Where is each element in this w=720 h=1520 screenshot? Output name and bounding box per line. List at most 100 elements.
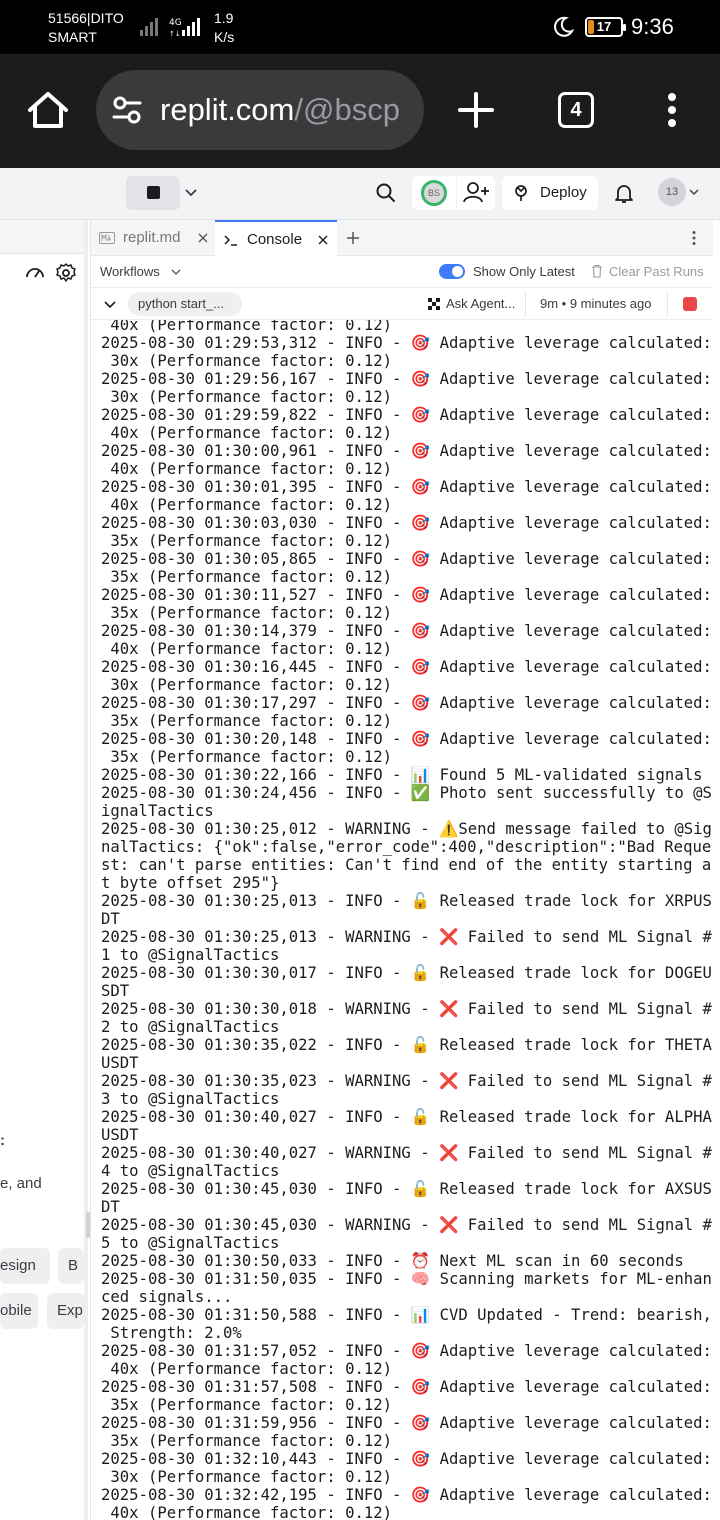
console-line: 2025-08-30 01:30:25,012 - WARNING - ⚠️Se…: [101, 820, 712, 838]
deploy-button[interactable]: Deploy: [502, 176, 598, 210]
agent-icon: [428, 298, 440, 310]
console-line: 2025-08-30 01:31:59,956 - INFO - 🎯 Adapt…: [101, 1414, 712, 1432]
console-line: 35x (Performance factor: 0.12): [101, 604, 393, 622]
console-line: 30x (Performance factor: 0.12): [101, 676, 393, 694]
console-line: 2025-08-30 01:30:22,166 - INFO - 📊 Found…: [101, 766, 703, 784]
chip-mobile[interactable]: obile: [0, 1293, 38, 1329]
console-line: 2025-08-30 01:30:40,027 - WARNING - ❌ Fa…: [101, 1144, 712, 1162]
tab-console[interactable]: Console: [215, 220, 337, 257]
moon-icon: [554, 16, 574, 37]
console-line: 35x (Performance factor: 0.12): [101, 568, 393, 586]
console-line: 2025-08-30 01:30:01,395 - INFO - 🎯 Adapt…: [101, 478, 712, 496]
chevron-down-icon[interactable]: [182, 182, 200, 204]
chevron-down-icon[interactable]: [103, 297, 117, 311]
left-panel: : e, and esign B obile Exp: [0, 220, 88, 1520]
workflow-bar: Workflows Show Only Latest Clear Past Ru…: [91, 256, 713, 288]
console-line: 40x (Performance factor: 0.12): [101, 496, 393, 514]
show-only-latest-toggle[interactable]: [439, 264, 465, 279]
console-panel: replit.md Console Workflows Show Only La…: [90, 220, 713, 1520]
run-command-chip[interactable]: python start_...: [128, 292, 242, 316]
battery-icon: 17: [585, 17, 626, 37]
console-line: 40x (Performance factor: 0.12): [101, 424, 393, 442]
chip-b[interactable]: B: [58, 1248, 84, 1284]
stop-button[interactable]: [126, 176, 180, 210]
console-line: 2 to @SignalTactics: [101, 1018, 280, 1036]
trash-icon[interactable]: [591, 264, 603, 278]
add-tab-icon[interactable]: [345, 230, 361, 246]
console-line: Strength: 2.0%: [101, 1324, 242, 1342]
close-icon[interactable]: [317, 234, 329, 246]
console-line: 5 to @SignalTactics: [101, 1234, 280, 1252]
chip-design[interactable]: esign: [0, 1248, 50, 1284]
console-line: 2025-08-30 01:30:25,013 - WARNING - ❌ Fa…: [101, 928, 712, 946]
console-line: DT: [101, 910, 120, 928]
console-line: USDT: [101, 1126, 139, 1144]
tab-label: replit.md: [123, 229, 181, 246]
chevron-down-icon[interactable]: [688, 184, 700, 200]
gauge-icon[interactable]: [24, 262, 46, 284]
run-bar: python start_... Ask Agent... 9m • 9 min…: [91, 288, 713, 320]
console-line: 40x (Performance factor: 0.12): [101, 320, 393, 334]
avatar[interactable]: BS: [412, 176, 456, 210]
replit-header: BS Deploy 13: [0, 168, 720, 220]
stop-run-button[interactable]: [683, 297, 697, 311]
tab-label: Console: [247, 231, 303, 248]
search-icon[interactable]: [374, 181, 398, 205]
console-line: 2025-08-30 01:32:10,443 - INFO - 🎯 Adapt…: [101, 1450, 712, 1468]
console-line: 2025-08-30 01:30:30,018 - WARNING - ❌ Fa…: [101, 1000, 712, 1018]
console-line: 2025-08-30 01:30:40,027 - INFO - 🔓 Relea…: [101, 1108, 712, 1126]
divider: [525, 292, 526, 316]
carrier-label: 51566|DITO SMART: [48, 9, 124, 47]
workflows-dropdown[interactable]: Workflows: [100, 264, 160, 279]
console-line: 2025-08-30 01:31:57,508 - INFO - 🎯 Adapt…: [101, 1378, 712, 1396]
home-icon[interactable]: [26, 88, 70, 132]
console-line: 30x (Performance factor: 0.12): [101, 388, 393, 406]
console-line: 35x (Performance factor: 0.12): [101, 1396, 393, 1414]
editor-tabbar: replit.md Console: [91, 220, 713, 257]
console-line: 35x (Performance factor: 0.12): [101, 532, 393, 550]
console-line: 2025-08-30 01:31:50,035 - INFO - 🧠 Scann…: [101, 1270, 712, 1288]
new-tab-icon[interactable]: [458, 92, 494, 128]
more-vertical-icon[interactable]: [691, 230, 697, 246]
deploy-icon: [515, 185, 527, 201]
console-line: 2025-08-30 01:29:59,822 - INFO - 🎯 Adapt…: [101, 406, 712, 424]
invite-user-icon[interactable]: [457, 176, 495, 210]
site-settings-icon[interactable]: [112, 96, 142, 124]
console-line: 1 to @SignalTactics: [101, 946, 280, 964]
status-bar: 51566|DITO SMART 4G ↑↓ 1.9 K/s 17 9:36: [0, 0, 720, 54]
carrier-name: 51566|DITO: [48, 10, 124, 26]
console-output[interactable]: 40x (Performance factor: 0.12) 2025-08-30…: [91, 320, 713, 1520]
console-line: 30x (Performance factor: 0.12): [101, 1468, 393, 1486]
console-line: 2025-08-30 01:30:14,379 - INFO - 🎯 Adapt…: [101, 622, 712, 640]
browser-menu-icon[interactable]: [666, 92, 678, 128]
console-line: 40x (Performance factor: 0.12): [101, 460, 393, 478]
bell-icon[interactable]: [612, 181, 636, 205]
deploy-label: Deploy: [540, 184, 587, 201]
address-bar[interactable]: replit.com/@bscp: [96, 70, 424, 150]
divider: [667, 292, 668, 316]
ask-agent-button[interactable]: Ask Agent...: [446, 296, 515, 311]
console-line: 2025-08-30 01:30:45,030 - WARNING - ❌ Fa…: [101, 1216, 712, 1234]
tab-replit-md[interactable]: replit.md: [91, 220, 215, 256]
left-panel-description: e, and: [0, 1175, 42, 1192]
console-line: 4 to @SignalTactics: [101, 1162, 280, 1180]
network-speed: 1.9 K/s: [214, 9, 234, 47]
console-line: 2025-08-30 01:30:24,456 - INFO - ✅ Photo…: [101, 784, 712, 802]
tab-switcher-button[interactable]: 4: [558, 92, 594, 128]
panel-resize-handle[interactable]: [84, 220, 88, 1520]
chip-exp[interactable]: Exp: [47, 1293, 84, 1329]
status-clock: 9:36: [631, 14, 674, 39]
console-line: DT: [101, 1198, 120, 1216]
markdown-icon: [99, 232, 115, 244]
url-path: /@bscp: [294, 92, 400, 127]
console-line: 2025-08-30 01:30:35,022 - INFO - 🔓 Relea…: [101, 1036, 712, 1054]
console-line: 40x (Performance factor: 0.12): [101, 640, 393, 658]
gear-icon[interactable]: [55, 262, 77, 284]
console-line: nalTactics: {"ok":false,"error_code":400…: [101, 838, 712, 856]
clear-past-runs-button[interactable]: Clear Past Runs: [609, 264, 704, 279]
browser-toolbar: replit.com/@bscp 4: [0, 54, 720, 168]
close-icon[interactable]: [197, 232, 209, 244]
console-log: 40x (Performance factor: 0.12) 2025-08-30…: [101, 320, 712, 1520]
account-avatar[interactable]: 13: [658, 178, 686, 206]
chevron-down-icon[interactable]: [171, 266, 181, 278]
